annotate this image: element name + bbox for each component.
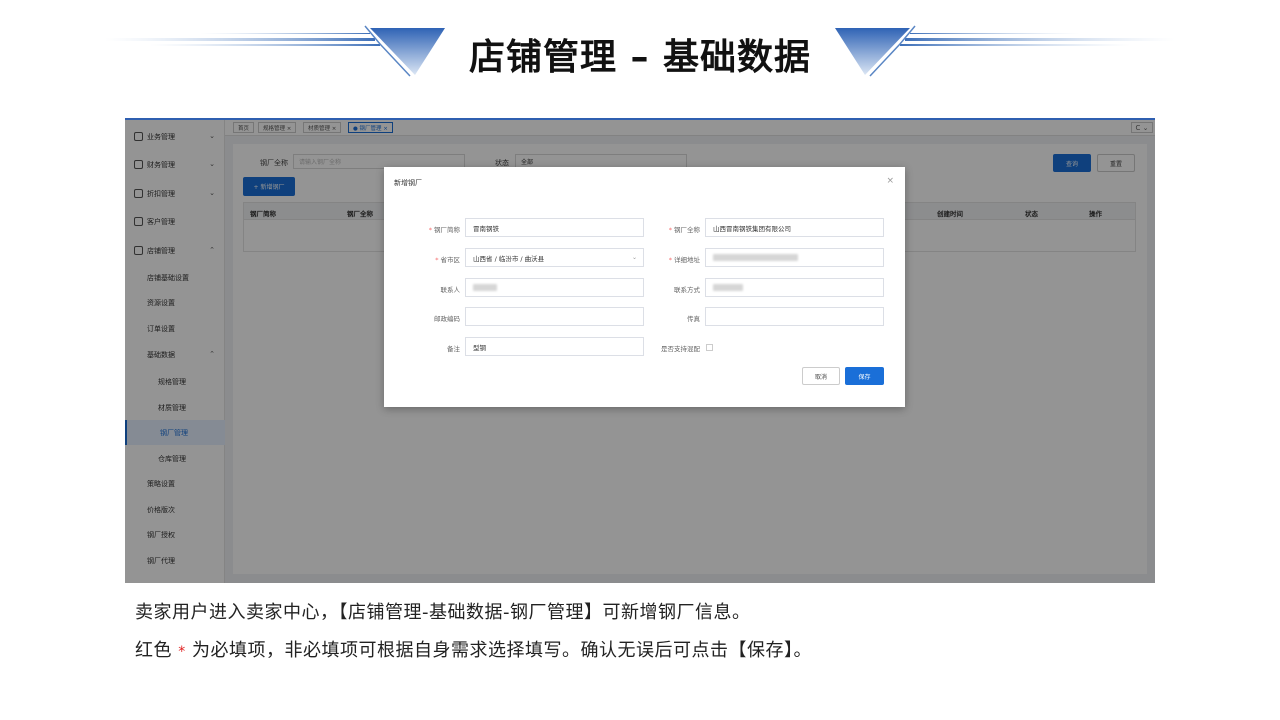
slide-title: 店铺管理 – 基础数据: [468, 37, 812, 78]
fax-input[interactable]: [705, 307, 884, 326]
add-steel-mill-dialog: 新增钢厂 × * 钢厂简称 冒南钢铁 * 钢厂全称 山西冒南钢铁集团有限公司 * 省市…: [384, 167, 905, 407]
phone-input[interactable]: [705, 278, 884, 297]
caption-line-1: 卖家用户进入卖家中心，【店铺管理-基础数据-钢厂管理】可新增钢厂信息。: [135, 602, 751, 623]
full-name-label: * 钢厂全称: [668, 226, 700, 234]
dialog-title: 新增钢厂: [394, 179, 422, 187]
support-match-checkbox[interactable]: [706, 344, 713, 351]
redacted-text: [713, 254, 798, 261]
full-name-input[interactable]: 山西冒南钢铁集团有限公司: [705, 218, 884, 237]
redacted-text: [713, 284, 743, 291]
address-input[interactable]: [705, 248, 884, 267]
required-star: *: [178, 644, 186, 660]
support-match-label: 是否支持混配: [661, 345, 700, 353]
contact-label: 联系人: [440, 286, 461, 294]
contact-input[interactable]: [465, 278, 644, 297]
region-label: * 省市区: [435, 256, 460, 264]
short-name-label: * 钢厂简称: [428, 226, 460, 234]
region-select[interactable]: 山西省 / 临汾市 / 曲沃县 ⌄: [465, 248, 644, 267]
save-button[interactable]: 保存: [845, 367, 884, 385]
caption-text: 为必填项，非必填项可根据自身需求选择填写。确认无误后可点击【保存】。: [191, 640, 812, 661]
phone-label: 联系方式: [674, 286, 700, 294]
caption-line-2: 红色 * 为必填项，非必填项可根据自身需求选择填写。确认无误后可点击【保存】。: [135, 636, 812, 662]
address-label: * 详细地址: [668, 256, 700, 264]
cancel-button[interactable]: 取消: [802, 367, 840, 385]
slide-header: 店铺管理 – 基础数据: [0, 0, 1280, 100]
caption-text: 红色: [135, 640, 172, 661]
postcode-input[interactable]: [465, 307, 644, 326]
close-icon[interactable]: ×: [886, 176, 894, 186]
remark-label: 备注: [447, 345, 460, 353]
remark-input[interactable]: 型钢: [465, 337, 644, 356]
redacted-text: [473, 284, 497, 291]
region-value: 山西省 / 临汾市 / 曲沃县: [473, 254, 545, 263]
app-screenshot: 业务管理 ⌄ 财务管理 ⌄ 折扣管理 ⌄ 客户管理 店铺管理 ⌃ 店铺基础设置 …: [125, 118, 1155, 583]
postcode-label: 邮政编码: [434, 315, 460, 323]
fax-label: 传真: [687, 315, 700, 323]
short-name-input[interactable]: 冒南钢铁: [465, 218, 644, 237]
